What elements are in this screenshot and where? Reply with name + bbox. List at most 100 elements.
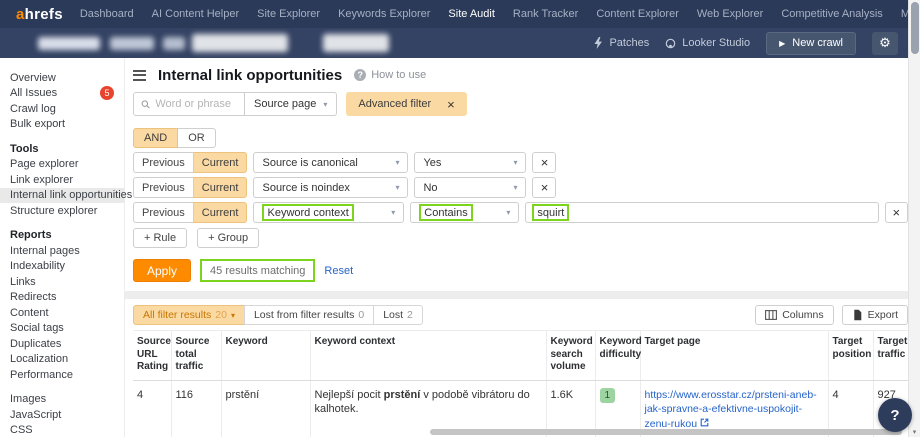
apply-row: Apply 45 results matching Reset xyxy=(133,259,908,282)
horizontal-scrollbar[interactable] xyxy=(430,429,902,435)
rule-field-select[interactable]: Keyword context ▾ xyxy=(253,202,405,223)
sidebar-item-link-explorer[interactable]: Link explorer xyxy=(0,172,124,188)
page-header: Internal link opportunities ? How to use xyxy=(133,58,908,92)
tab-lost[interactable]: Lost 2 xyxy=(373,305,423,325)
sidebar-item-crawl-log[interactable]: Crawl log xyxy=(0,101,124,117)
issues-count-badge: 5 xyxy=(100,86,114,101)
col-target-page[interactable]: Target page xyxy=(640,330,829,381)
how-to-use-link[interactable]: ? How to use xyxy=(354,69,426,81)
help-button[interactable]: ? xyxy=(878,398,912,432)
sidebar-item-all-issues[interactable]: All Issues 5 xyxy=(0,86,124,102)
sidebar-toggle-icon[interactable] xyxy=(133,69,146,81)
keyword-search-box[interactable] xyxy=(133,92,245,116)
looker-studio-link[interactable]: Looker Studio xyxy=(665,37,750,49)
filter-rule-row: Previous Current Keyword context ▾ Contai… xyxy=(133,202,908,223)
remove-rule-button[interactable]: × xyxy=(532,177,557,198)
export-button[interactable]: Export xyxy=(841,305,908,325)
advanced-filter-chip[interactable]: Advanced filter × xyxy=(346,92,467,116)
col-source-total-traffic[interactable]: Source total traffic xyxy=(171,330,222,381)
and-button[interactable]: AND xyxy=(133,128,179,148)
col-keyword[interactable]: Keyword xyxy=(221,330,311,381)
results-table: Source URL Rating Source total traffic K… xyxy=(133,330,908,437)
sidebar-item-structure-explorer[interactable]: Structure explorer xyxy=(0,203,124,219)
vertical-scrollbar-thumb[interactable] xyxy=(910,2,919,54)
nav-content-explorer[interactable]: Content Explorer xyxy=(587,8,688,20)
scope-select[interactable]: Source page ▾ xyxy=(244,92,338,116)
table-actions: Columns Export xyxy=(755,305,908,325)
rule-operator-select[interactable]: No ▾ xyxy=(414,177,527,198)
tab-all-filter-results[interactable]: All filter results 20 ▾ xyxy=(133,305,245,325)
rule-field-select[interactable]: Source is canonical ▾ xyxy=(253,152,409,173)
rule-operator-select[interactable]: Contains ▾ xyxy=(410,202,520,223)
sidebar-item-javascript[interactable]: JavaScript xyxy=(0,407,124,423)
nav-site-audit[interactable]: Site Audit xyxy=(439,8,503,20)
sidebar-item-performance[interactable]: Performance xyxy=(0,367,124,383)
vertical-scrollbar-track[interactable]: ▾ xyxy=(908,0,920,437)
nav-web-explorer[interactable]: Web Explorer xyxy=(688,8,772,20)
scrollbar-down-arrow[interactable]: ▾ xyxy=(909,428,920,436)
sidebar-item-localization[interactable]: Localization xyxy=(0,352,124,368)
nav-dashboard[interactable]: Dashboard xyxy=(71,8,143,20)
close-icon[interactable]: × xyxy=(439,97,467,112)
nav-competitive-analysis[interactable]: Competitive Analysis xyxy=(772,8,892,20)
tab-lost-from-filter-results[interactable]: Lost from filter results 0 xyxy=(243,305,375,325)
remove-rule-button[interactable]: × xyxy=(884,202,908,223)
previous-current-toggle: Previous Current xyxy=(133,202,248,223)
previous-button[interactable]: Previous xyxy=(133,177,194,198)
current-button[interactable]: Current xyxy=(193,152,248,173)
reset-link[interactable]: Reset xyxy=(324,265,353,277)
add-rule-row: + Rule + Group xyxy=(133,228,908,248)
sidebar-header-tools: Tools xyxy=(10,142,39,155)
patches-link[interactable]: Patches xyxy=(593,37,649,49)
nav-ai-content-helper[interactable]: AI Content Helper xyxy=(143,8,248,20)
settings-button[interactable]: ⚙ xyxy=(872,31,898,55)
search-input[interactable] xyxy=(155,98,237,110)
sidebar-item-overview[interactable]: Overview xyxy=(0,70,124,86)
ahrefs-logo[interactable]: ahrefs xyxy=(16,6,63,23)
col-target-traffic[interactable]: Target traffic xyxy=(873,330,908,381)
chevron-down-icon: ▾ xyxy=(506,208,511,217)
col-keyword-context[interactable]: Keyword context xyxy=(310,330,547,381)
new-crawl-button[interactable]: ▶ New crawl xyxy=(766,31,856,55)
sidebar-item-duplicates[interactable]: Duplicates xyxy=(0,336,124,352)
sidebar-item-bulk-export[interactable]: Bulk export xyxy=(0,117,124,133)
apply-button[interactable]: Apply xyxy=(133,259,192,282)
sidebar-item-content[interactable]: Content xyxy=(0,305,124,321)
or-button[interactable]: OR xyxy=(178,128,216,148)
sidebar-item-internal-link-opportunities[interactable]: Internal link opportunities xyxy=(0,187,132,203)
cell-source-total-traffic: 116 xyxy=(171,380,222,437)
sidebar-item-social-tags[interactable]: Social tags xyxy=(0,321,124,337)
add-group-button[interactable]: + Group xyxy=(197,228,260,248)
rule-operator-select[interactable]: Yes ▾ xyxy=(414,152,527,173)
col-keyword-difficulty[interactable]: Keyword difficulty xyxy=(595,330,642,381)
chevron-down-icon: ▾ xyxy=(513,158,518,167)
target-page-link[interactable]: https://www.erosstar.cz/prsteni-aneb-jak… xyxy=(645,389,817,431)
current-button[interactable]: Current xyxy=(193,177,248,198)
col-source-url-rating[interactable]: Source URL Rating xyxy=(133,330,172,381)
previous-button[interactable]: Previous xyxy=(133,202,194,223)
add-rule-button[interactable]: + Rule xyxy=(133,228,188,248)
columns-button[interactable]: Columns xyxy=(755,305,834,325)
rule-field-select[interactable]: Source is noindex ▾ xyxy=(253,177,409,198)
sidebar-item-css[interactable]: CSS xyxy=(0,423,124,437)
sidebar-item-images[interactable]: Images xyxy=(0,392,124,408)
sidebar-item-links[interactable]: Links xyxy=(0,274,124,290)
rule-value-input[interactable]: squirt xyxy=(525,202,879,223)
col-target-position[interactable]: Target position xyxy=(828,330,874,381)
sidebar-item-internal-pages[interactable]: Internal pages xyxy=(0,243,124,259)
toolbar-control-redacted[interactable] xyxy=(192,34,288,52)
current-button[interactable]: Current xyxy=(193,202,248,223)
nav-rank-tracker[interactable]: Rank Tracker xyxy=(504,8,587,20)
previous-button[interactable]: Previous xyxy=(133,152,194,173)
sidebar-item-page-explorer[interactable]: Page explorer xyxy=(0,157,124,173)
sidebar-item-redirects[interactable]: Redirects xyxy=(0,290,124,306)
nav-site-explorer[interactable]: Site Explorer xyxy=(248,8,329,20)
toolbar-control-redacted[interactable] xyxy=(323,34,389,52)
sidebar-item-indexability[interactable]: Indexability xyxy=(0,259,124,275)
col-keyword-search-volume[interactable]: Keyword search volume xyxy=(546,330,596,381)
nav-keywords-explorer[interactable]: Keywords Explorer xyxy=(329,8,439,20)
remove-rule-button[interactable]: × xyxy=(532,152,557,173)
sidebar: Overview All Issues 5 Crawl log Bulk expo… xyxy=(0,58,132,437)
chevron-down-icon: ▾ xyxy=(395,183,400,192)
